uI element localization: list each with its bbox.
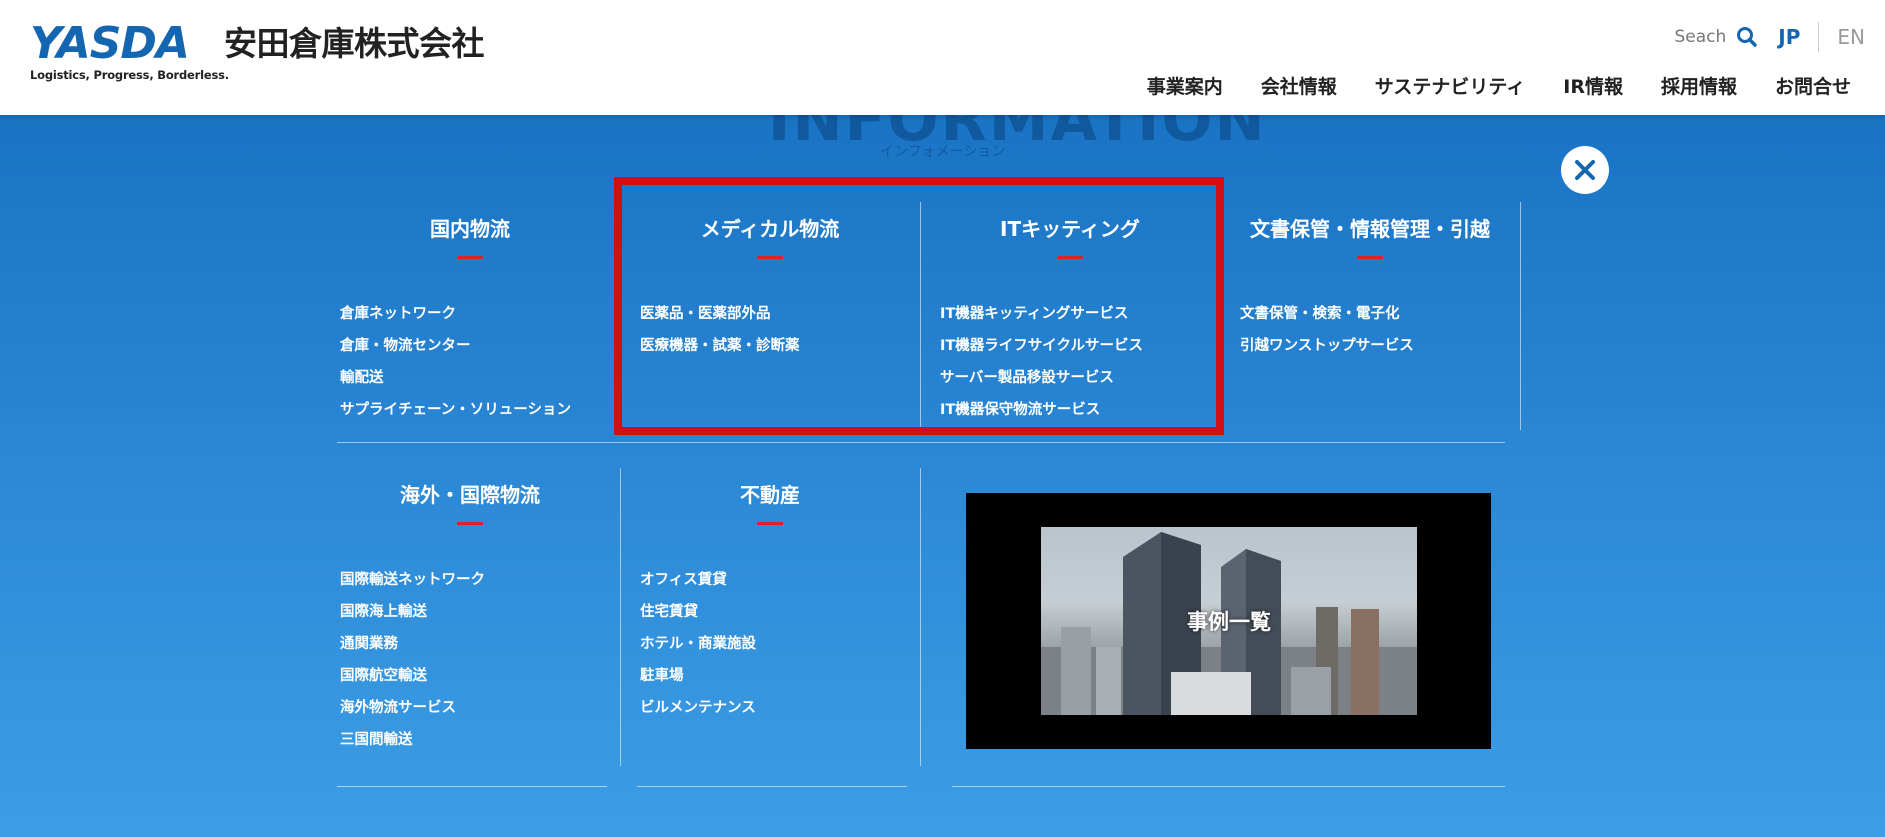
international-links: 国際輸送ネットワーク 国際海上輸送 通関業務 国際航空輸送 海外物流サービス 三… <box>340 564 485 756</box>
menu-link[interactable]: 輸配送 <box>340 362 571 394</box>
divider <box>1520 202 1521 430</box>
category-document-storage[interactable]: 文書保管・情報管理・引越 <box>1230 213 1510 259</box>
search-icon[interactable] <box>1736 26 1758 48</box>
category-underline <box>757 522 783 525</box>
divider <box>337 442 1505 443</box>
case-study-label: 事例一覧 <box>1187 610 1271 634</box>
utility-bar: Seach JP EN <box>1674 22 1865 52</box>
category-title: 海外・国際物流 <box>400 483 540 507</box>
divider <box>920 468 921 766</box>
divider <box>637 786 907 787</box>
close-button[interactable] <box>1561 146 1609 194</box>
menu-link[interactable]: サプライチェーン・ソリューション <box>340 394 571 426</box>
menu-link[interactable]: ホテル・商業施設 <box>640 628 756 660</box>
language-en-link[interactable]: EN <box>1837 25 1865 49</box>
category-domestic-logistics[interactable]: 国内物流 <box>340 213 600 259</box>
menu-link[interactable]: 国際海上輸送 <box>340 596 485 628</box>
category-underline <box>457 256 483 259</box>
category-underline <box>1357 256 1383 259</box>
menu-link[interactable]: 通関業務 <box>340 628 485 660</box>
menu-link[interactable]: 住宅賃貸 <box>640 596 756 628</box>
site-logo[interactable]: YASDA Logistics, Progress, Borderless. 安… <box>30 18 485 83</box>
divider <box>337 786 607 787</box>
menu-link[interactable]: 三国間輸送 <box>340 724 485 756</box>
real-estate-links: オフィス賃貸 住宅賃貸 ホテル・商業施設 駐車場 ビルメンテナンス <box>640 564 756 724</box>
menu-link[interactable]: 駐車場 <box>640 660 756 692</box>
category-underline <box>457 522 483 525</box>
category-title: 国内物流 <box>430 217 510 241</box>
menu-link[interactable]: 国際輸送ネットワーク <box>340 564 485 596</box>
category-international-logistics[interactable]: 海外・国際物流 <box>340 479 600 525</box>
nav-recruit[interactable]: 採用情報 <box>1661 72 1737 99</box>
category-title: 文書保管・情報管理・引越 <box>1250 217 1490 241</box>
nav-sustainability[interactable]: サステナビリティ <box>1375 72 1525 99</box>
close-icon <box>1575 160 1595 180</box>
category-real-estate[interactable]: 不動産 <box>640 479 900 525</box>
logo-tagline: Logistics, Progress, Borderless. <box>30 68 229 82</box>
domestic-links: 倉庫ネットワーク 倉庫・物流センター 輸配送 サプライチェーン・ソリューション <box>340 298 571 426</box>
menu-link[interactable]: 引越ワンストップサービス <box>1240 330 1414 362</box>
nav-ir[interactable]: IR情報 <box>1563 72 1623 99</box>
category-title: 不動産 <box>740 483 800 507</box>
menu-link[interactable]: 国際航空輸送 <box>340 660 485 692</box>
menu-link[interactable]: 倉庫・物流センター <box>340 330 571 362</box>
menu-link[interactable]: 海外物流サービス <box>340 692 485 724</box>
company-name: 安田倉庫株式会社 <box>224 24 485 63</box>
language-jp-link[interactable]: JP <box>1778 22 1820 52</box>
menu-link[interactable]: 倉庫ネットワーク <box>340 298 571 330</box>
site-header: YASDA Logistics, Progress, Borderless. 安… <box>0 0 1885 115</box>
nav-business[interactable]: 事業案内 <box>1147 72 1223 99</box>
nav-contact[interactable]: お問合せ <box>1775 72 1851 99</box>
search-label[interactable]: Seach <box>1674 27 1726 47</box>
nav-company[interactable]: 会社情報 <box>1261 72 1337 99</box>
documents-links: 文書保管・検索・電子化 引越ワンストップサービス <box>1240 298 1414 362</box>
case-study-image: 事例一覧 <box>1041 527 1417 715</box>
logo-mark: YASDA <box>30 18 190 69</box>
divider <box>620 468 621 766</box>
main-nav: 事業案内 会社情報 サステナビリティ IR情報 採用情報 お問合せ <box>1109 72 1851 99</box>
case-study-banner[interactable]: 事例一覧 <box>966 493 1491 749</box>
divider <box>952 786 1505 787</box>
menu-link[interactable]: オフィス賃貸 <box>640 564 756 596</box>
highlight-box <box>614 177 1224 435</box>
menu-link[interactable]: ビルメンテナンス <box>640 692 756 724</box>
menu-link[interactable]: 文書保管・検索・電子化 <box>1240 298 1414 330</box>
